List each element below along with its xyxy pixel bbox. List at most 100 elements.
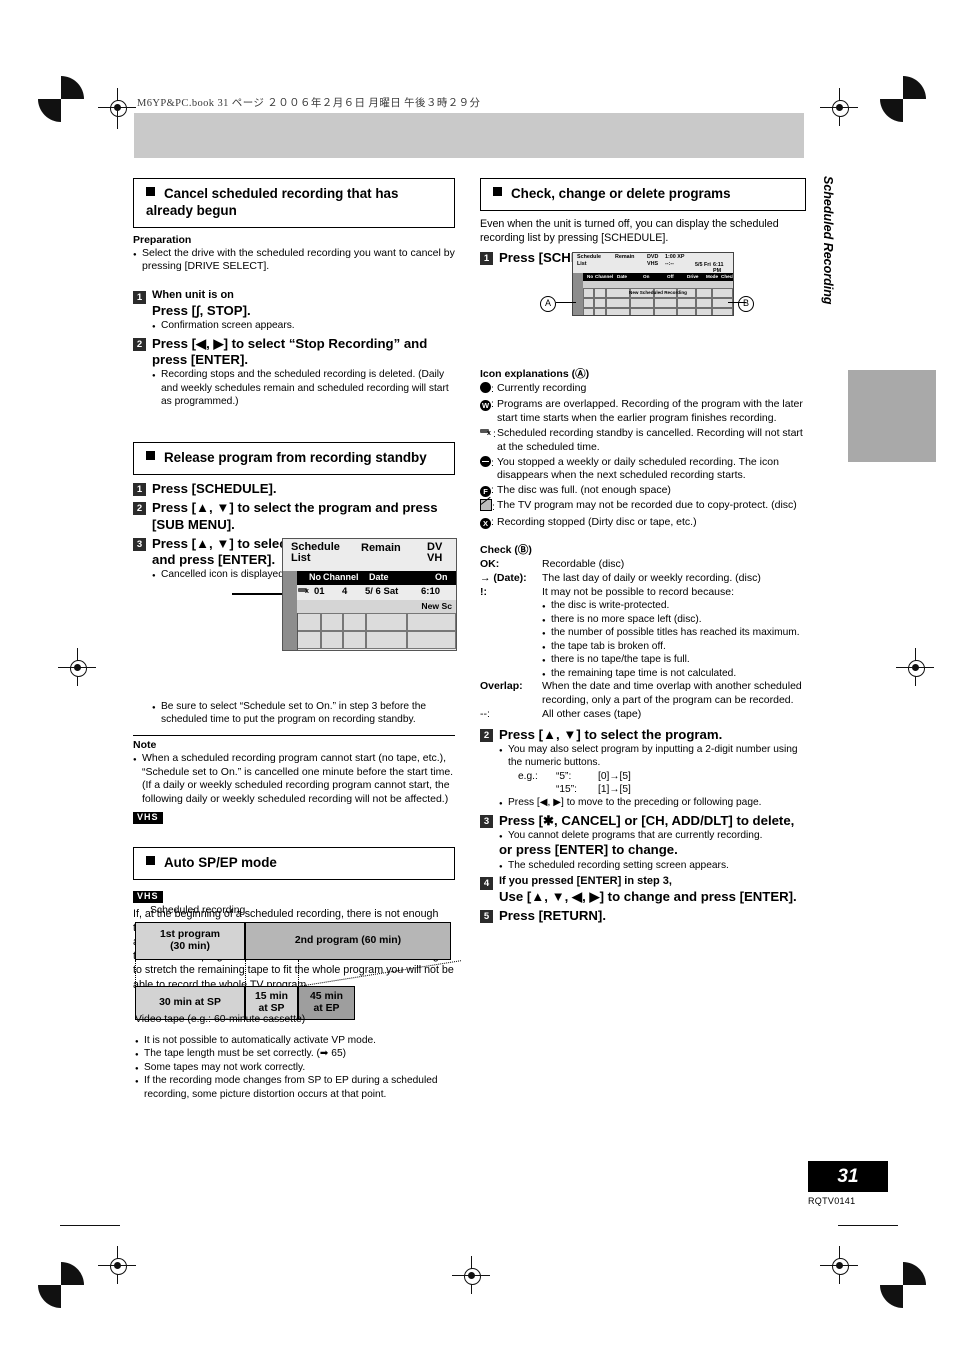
mock-left-bar bbox=[283, 571, 298, 650]
crop-line-bottom-left bbox=[60, 1225, 120, 1226]
check-value: When the date and time overlap with anot… bbox=[542, 680, 802, 706]
step-2-select-program: 2 Press [▲, ▼] to select the program. bbox=[480, 727, 806, 743]
diagram-tape-45ep: 45 min at EP bbox=[298, 986, 355, 1020]
mock-remain-value-2: --:-- bbox=[665, 261, 674, 267]
diagram-second-program-label: 2nd program (60 min) bbox=[294, 934, 402, 946]
check-bullet: the remaining tape time is not calculate… bbox=[542, 667, 806, 684]
check-value: It may not be possible to record because… bbox=[542, 585, 735, 598]
section-title: Release program from recording standby bbox=[164, 450, 427, 466]
crop-line-bottom-right bbox=[838, 1225, 898, 1226]
record-dot-icon bbox=[480, 382, 491, 394]
schedule-list-mock-left: Schedule List Remain DV VH No Channel Da… bbox=[282, 538, 457, 651]
step-3-note-2: The scheduled recording setting screen a… bbox=[499, 859, 806, 876]
check-key: Overlap: bbox=[480, 680, 523, 693]
step-2-cancel: 2 Press [◀, ▶] to select “Stop Recording… bbox=[133, 336, 455, 368]
mock-header-date: Date bbox=[369, 572, 389, 582]
example-value: [1]→[5] bbox=[598, 784, 631, 796]
copy-protect-icon bbox=[480, 499, 492, 512]
mock-header-mode: Mode bbox=[706, 274, 718, 279]
icon-explanation-item: F: The disc was full. (not enough space) bbox=[480, 484, 806, 498]
icon-explanation-text: Scheduled recording standby is cancelled… bbox=[497, 426, 803, 453]
preparation-label: Preparation bbox=[133, 233, 192, 246]
mock-title-line2: List bbox=[577, 261, 587, 267]
diagram-tape-30sp-label: 30 min at SP bbox=[159, 996, 221, 1008]
diagram-second-program: 2nd program (60 min) bbox=[245, 922, 451, 960]
step-5-return: 5 Press [RETURN]. bbox=[480, 908, 806, 924]
mock-header-check: Check bbox=[721, 274, 734, 279]
vhs-badge: VHS bbox=[133, 890, 163, 903]
section-title: Auto SP/EP mode bbox=[164, 855, 277, 871]
callout-a-label: A bbox=[540, 296, 556, 312]
cancelled-standby-icon bbox=[298, 586, 311, 597]
step-1-note: Confirmation screen appears. bbox=[152, 319, 455, 336]
step-4-precondition: If you pressed [ENTER] in step 3, bbox=[499, 875, 672, 888]
crop-mark-bottom-right bbox=[820, 1246, 858, 1284]
crop-mark-bottom-left bbox=[98, 1246, 136, 1284]
icon-explanation-item: : Currently recording bbox=[480, 382, 806, 397]
mock-title-line2: List bbox=[291, 552, 311, 564]
check-key: !: bbox=[480, 585, 487, 598]
mock-drive-line1: DVD bbox=[647, 254, 659, 260]
check-value: Recordable (disc) bbox=[542, 557, 625, 570]
auto-spep-note: It is not possible to automatically acti… bbox=[135, 1034, 455, 1051]
mock-header-channel: Channel bbox=[595, 274, 614, 279]
bullet-square-icon bbox=[146, 451, 155, 461]
section-heading-auto-spep: Auto SP/EP mode bbox=[133, 847, 455, 880]
check-row: !: It may not be possible to record beca… bbox=[480, 586, 806, 600]
example-key: “5”: bbox=[556, 770, 572, 782]
step-3-note: You cannot delete programs that are curr… bbox=[499, 829, 806, 846]
check-value: The last day of daily or weekly recordin… bbox=[542, 571, 761, 584]
check-value: All other cases (tape) bbox=[542, 707, 642, 720]
mock-grid-row bbox=[297, 613, 456, 631]
auto-spep-note: The tape length must be set correctly. (… bbox=[135, 1047, 455, 1064]
icon-explanation-text: The disc was full. (not enough space) bbox=[497, 484, 671, 497]
step-3-title-2: or press [ENTER] to change. bbox=[499, 842, 678, 858]
check-row: → (Date): The last day of daily or weekl… bbox=[480, 572, 806, 586]
page-root: M6YP&PC.book 31 ページ ２００６年２月６日 月曜日 午後３時２９… bbox=[0, 0, 954, 1351]
example-label: e.g.: bbox=[518, 770, 538, 782]
icon-explanation-item: W: Programs are overlapped. Recording of… bbox=[480, 398, 806, 426]
vhs-badge: VHS bbox=[133, 812, 163, 825]
crop-mark-left-mid bbox=[58, 648, 96, 686]
step-2-title: Press [▲, ▼] to select the program. bbox=[499, 726, 723, 742]
auto-spep-notes: It is not possible to automatically acti… bbox=[135, 1034, 455, 1101]
mock-cell-channel: 4 bbox=[342, 586, 348, 597]
mock-cell-date: 5/ 6 Sat bbox=[365, 586, 399, 597]
recording-stopped-x-icon: X bbox=[480, 517, 491, 529]
cancelled-standby-icon bbox=[480, 427, 493, 438]
schedule-list-mock-right: Schedule List Remain DVD VHS 1:00 XP --:… bbox=[572, 252, 734, 316]
mock-new-schedule-label: New Scheduled Recording bbox=[629, 290, 687, 295]
check-bullet: the tape tab is broken off. bbox=[542, 640, 806, 657]
diagram-first-program-l1: 1st program bbox=[159, 928, 221, 940]
step-1-precondition: When unit is on bbox=[152, 289, 234, 302]
mock-header-drive: Drive bbox=[687, 274, 699, 279]
mock-left-bar bbox=[573, 273, 583, 315]
auto-spep-note: If the recording mode changes from SP to… bbox=[135, 1074, 455, 1101]
note-label: Note bbox=[133, 738, 157, 751]
header-file-line: M6YP&PC.book 31 ページ ２００６年２月６日 月曜日 午後３時２９… bbox=[137, 98, 481, 109]
divider bbox=[133, 734, 455, 736]
step-2-title: Press [◀, ▶] to select “Stop Recording” … bbox=[152, 335, 428, 367]
mock-date: 5/5 Fri bbox=[695, 262, 711, 268]
bullet-square-icon bbox=[493, 187, 502, 196]
callout-a-leader bbox=[556, 302, 576, 303]
mock-new-schedule-label: New Sc bbox=[421, 601, 452, 611]
registration-mark-top-right bbox=[880, 76, 926, 122]
section-title: Check, change or delete programs bbox=[511, 186, 731, 201]
check-bullet: there is no more space left (disc). bbox=[542, 613, 806, 630]
diagram-dash-slope bbox=[297, 960, 462, 987]
mock-grid-row bbox=[297, 631, 456, 649]
side-tab-label: Scheduled Recording bbox=[821, 176, 835, 305]
registration-mark-top-left bbox=[38, 76, 84, 122]
callout-b: B bbox=[738, 296, 754, 312]
spep-diagram: 1st program (30 min) 2nd program (60 min… bbox=[135, 922, 462, 1020]
diagram-tape-45ep-l1: 45 min bbox=[310, 990, 343, 1002]
crop-line-top bbox=[117, 107, 118, 129]
diagram-dash-3 bbox=[298, 960, 299, 986]
diagram-dash-1 bbox=[245, 960, 246, 986]
overlap-w-icon: W bbox=[480, 400, 491, 412]
check-bullet: the number of possible titles has reache… bbox=[542, 626, 806, 643]
diagram-label: Scheduled recording bbox=[150, 905, 246, 916]
diagram-caption: Video tape (e.g.: 60-minute cassette) bbox=[135, 1014, 306, 1025]
icon-explanation-item: : Scheduled recording standby is cancell… bbox=[480, 427, 806, 455]
